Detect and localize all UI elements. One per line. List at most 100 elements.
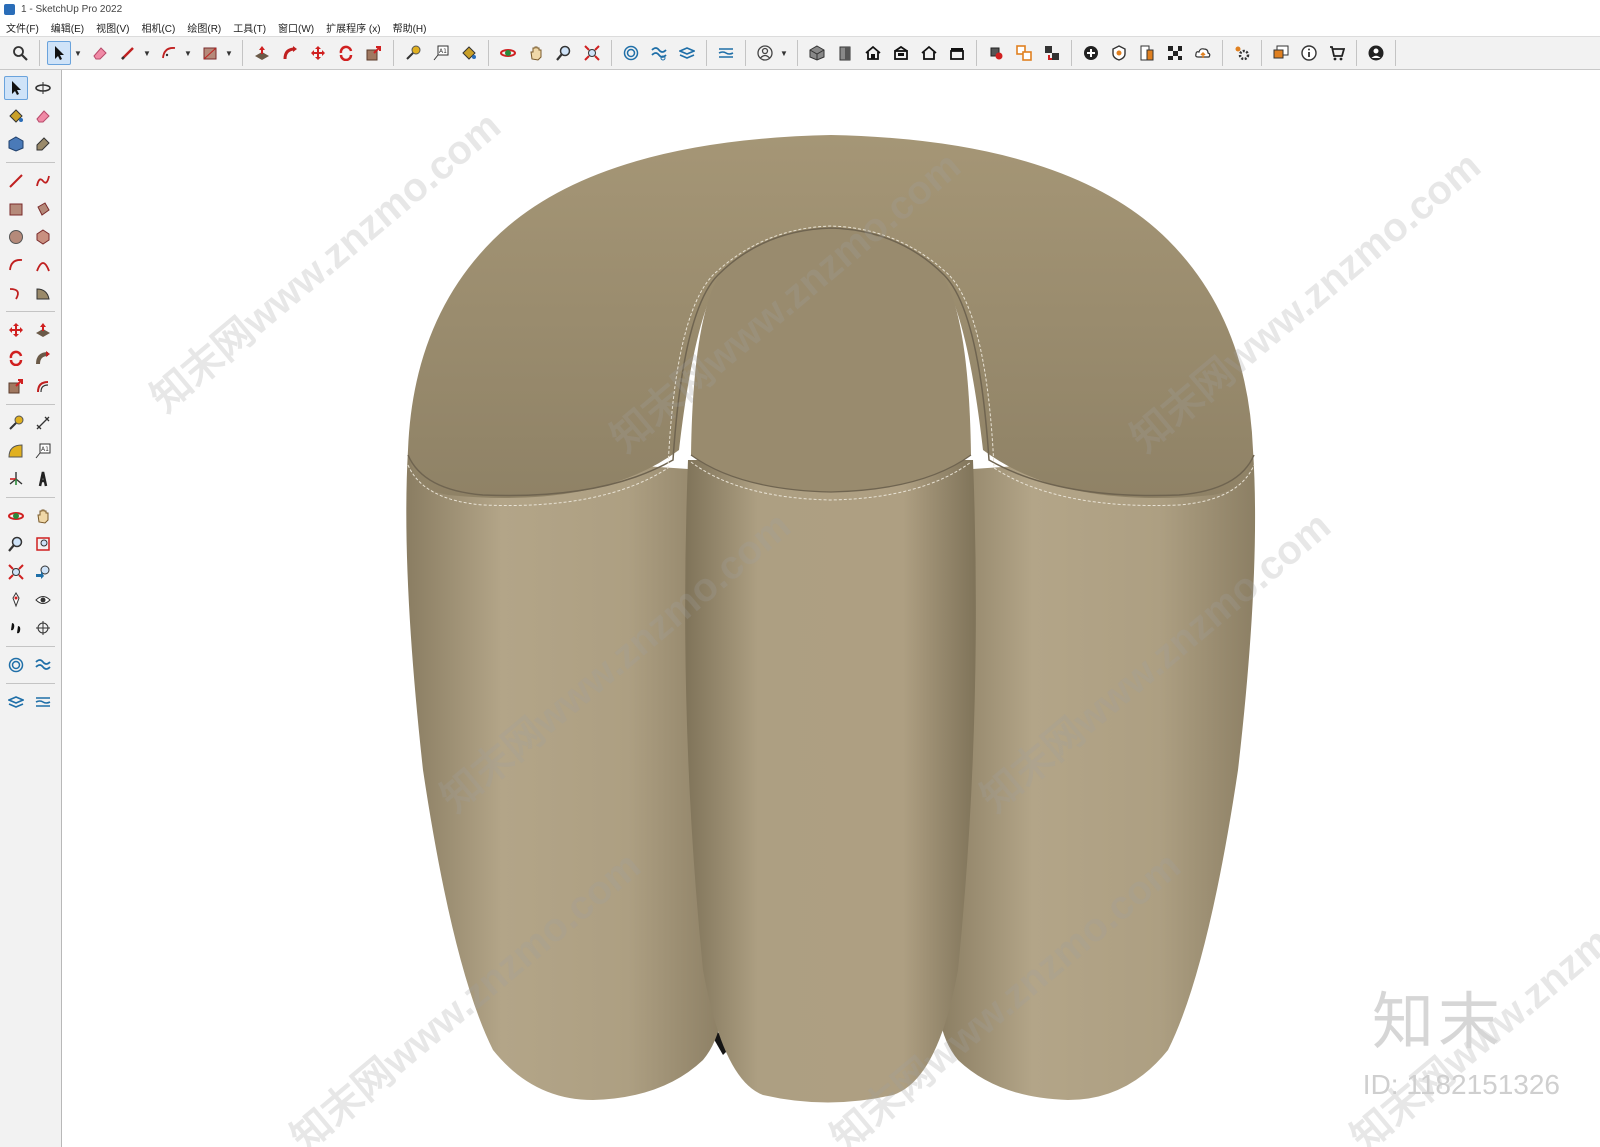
right-view-icon[interactable] bbox=[945, 41, 969, 65]
orbit-tool-icon[interactable] bbox=[4, 504, 28, 528]
select-dropdown-icon[interactable]: ▼ bbox=[73, 41, 83, 65]
follow-me-icon[interactable] bbox=[31, 346, 55, 370]
cloud-icon[interactable] bbox=[1191, 41, 1215, 65]
select-icon[interactable] bbox=[47, 41, 71, 65]
line-dropdown-icon[interactable]: ▼ bbox=[142, 41, 152, 65]
shield-icon[interactable] bbox=[1107, 41, 1131, 65]
eraser-icon[interactable] bbox=[88, 41, 112, 65]
sandbox-scratch-icon[interactable] bbox=[31, 653, 55, 677]
menu-file[interactable]: 文件(F) bbox=[6, 20, 39, 35]
menu-help[interactable]: 帮助(H) bbox=[393, 20, 427, 35]
message-icon[interactable] bbox=[1269, 41, 1293, 65]
circle-icon[interactable] bbox=[4, 225, 28, 249]
orbit-icon[interactable] bbox=[496, 41, 520, 65]
protractor-icon[interactable] bbox=[4, 439, 28, 463]
select-icon[interactable] bbox=[4, 76, 28, 100]
rotate-icon[interactable] bbox=[4, 346, 28, 370]
account-icon[interactable] bbox=[1364, 41, 1388, 65]
axes-icon[interactable] bbox=[4, 467, 28, 491]
sandbox-icon[interactable] bbox=[619, 41, 643, 65]
offset-icon[interactable] bbox=[31, 374, 55, 398]
tag-icon[interactable] bbox=[31, 132, 55, 156]
home-view-icon[interactable] bbox=[861, 41, 885, 65]
pencil-icon[interactable] bbox=[116, 41, 140, 65]
zoom-magnifier-icon[interactable] bbox=[552, 41, 576, 65]
move-icon[interactable] bbox=[306, 41, 330, 65]
settings-icon[interactable] bbox=[1230, 41, 1254, 65]
add-icon[interactable] bbox=[1079, 41, 1103, 65]
group-icon[interactable] bbox=[1012, 41, 1036, 65]
scale-icon[interactable] bbox=[4, 374, 28, 398]
left-toolbar-row bbox=[0, 586, 61, 614]
follow-me-icon[interactable] bbox=[278, 41, 302, 65]
rectangle-dropdown-icon[interactable]: ▼ bbox=[224, 41, 234, 65]
two-point-arc-icon[interactable] bbox=[31, 253, 55, 277]
rotated-rectangle-icon[interactable] bbox=[31, 197, 55, 221]
pan-icon[interactable] bbox=[31, 504, 55, 528]
text-icon[interactable]: A1 bbox=[31, 439, 55, 463]
pie-icon[interactable] bbox=[31, 281, 55, 305]
rectangle-icon[interactable] bbox=[4, 197, 28, 221]
3d-text-icon[interactable] bbox=[31, 467, 55, 491]
layers-icon[interactable] bbox=[1135, 41, 1159, 65]
menu-extensions[interactable]: 扩展程序 (x) bbox=[326, 20, 380, 35]
push-pull-icon[interactable] bbox=[250, 41, 274, 65]
front-view-icon[interactable] bbox=[833, 41, 857, 65]
menu-window[interactable]: 窗口(W) bbox=[278, 20, 314, 35]
line-icon[interactable] bbox=[4, 169, 28, 193]
zoom-icon[interactable] bbox=[4, 532, 28, 556]
menu-camera[interactable]: 相机(C) bbox=[141, 20, 175, 35]
stamp-icon[interactable] bbox=[675, 41, 699, 65]
rotate-icon[interactable] bbox=[334, 41, 358, 65]
tape-measure-icon[interactable] bbox=[401, 41, 425, 65]
three-point-arc-icon[interactable] bbox=[4, 281, 28, 305]
component-icon[interactable] bbox=[984, 41, 1008, 65]
menu-edit[interactable]: 编辑(E) bbox=[51, 20, 84, 35]
move-icon[interactable] bbox=[4, 318, 28, 342]
eraser-icon[interactable] bbox=[31, 104, 55, 128]
info-icon[interactable] bbox=[1297, 41, 1321, 65]
smoove-icon[interactable] bbox=[4, 690, 28, 714]
orbit-icon[interactable] bbox=[31, 76, 55, 100]
paint-bucket-icon[interactable] bbox=[457, 41, 481, 65]
walk-icon[interactable] bbox=[4, 616, 28, 640]
back-view-icon[interactable] bbox=[889, 41, 913, 65]
left-view-icon[interactable] bbox=[917, 41, 941, 65]
arc-dropdown-icon[interactable]: ▼ bbox=[183, 41, 193, 65]
rectangle-icon[interactable] bbox=[198, 41, 222, 65]
sandbox-from-contours-icon[interactable] bbox=[4, 653, 28, 677]
iso-view-icon[interactable] bbox=[805, 41, 829, 65]
text-icon[interactable]: A1 bbox=[429, 41, 453, 65]
component-icon[interactable] bbox=[4, 132, 28, 156]
dimension-icon[interactable] bbox=[31, 411, 55, 435]
smoove-icon[interactable] bbox=[647, 41, 671, 65]
menu-tools[interactable]: 工具(T) bbox=[233, 20, 266, 35]
outliner-icon[interactable] bbox=[1040, 41, 1064, 65]
profile-dropdown-icon[interactable]: ▼ bbox=[779, 41, 789, 65]
arc-icon[interactable] bbox=[157, 41, 181, 65]
look-around-icon[interactable] bbox=[31, 588, 55, 612]
push-pull-icon[interactable] bbox=[31, 318, 55, 342]
zoom-icon[interactable] bbox=[8, 41, 32, 65]
stamp-icon[interactable] bbox=[31, 690, 55, 714]
user-profile-icon[interactable] bbox=[753, 41, 777, 65]
cart-icon[interactable] bbox=[1325, 41, 1349, 65]
arc-icon[interactable] bbox=[4, 253, 28, 277]
paint-bucket-icon[interactable] bbox=[4, 104, 28, 128]
menu-draw[interactable]: 绘图(R) bbox=[187, 20, 221, 35]
scale-icon[interactable] bbox=[362, 41, 386, 65]
tape-measure-icon[interactable] bbox=[4, 411, 28, 435]
zoom-window-icon[interactable] bbox=[31, 532, 55, 556]
section-plane-icon[interactable] bbox=[31, 616, 55, 640]
previous-view-icon[interactable] bbox=[31, 560, 55, 584]
menu-view[interactable]: 视图(V) bbox=[96, 20, 129, 35]
zoom-extents-icon[interactable] bbox=[4, 560, 28, 584]
checker-icon[interactable] bbox=[1163, 41, 1187, 65]
position-camera-icon[interactable] bbox=[4, 588, 28, 612]
pan-icon[interactable] bbox=[524, 41, 548, 65]
freehand-icon[interactable] bbox=[31, 169, 55, 193]
flip-edge-icon[interactable] bbox=[714, 41, 738, 65]
polygon-icon[interactable] bbox=[31, 225, 55, 249]
zoom-extents-icon[interactable] bbox=[580, 41, 604, 65]
drawing-viewport[interactable]: 知末网www.znzmo.com 知末网www.znzmo.com 知末网www… bbox=[63, 70, 1600, 1147]
